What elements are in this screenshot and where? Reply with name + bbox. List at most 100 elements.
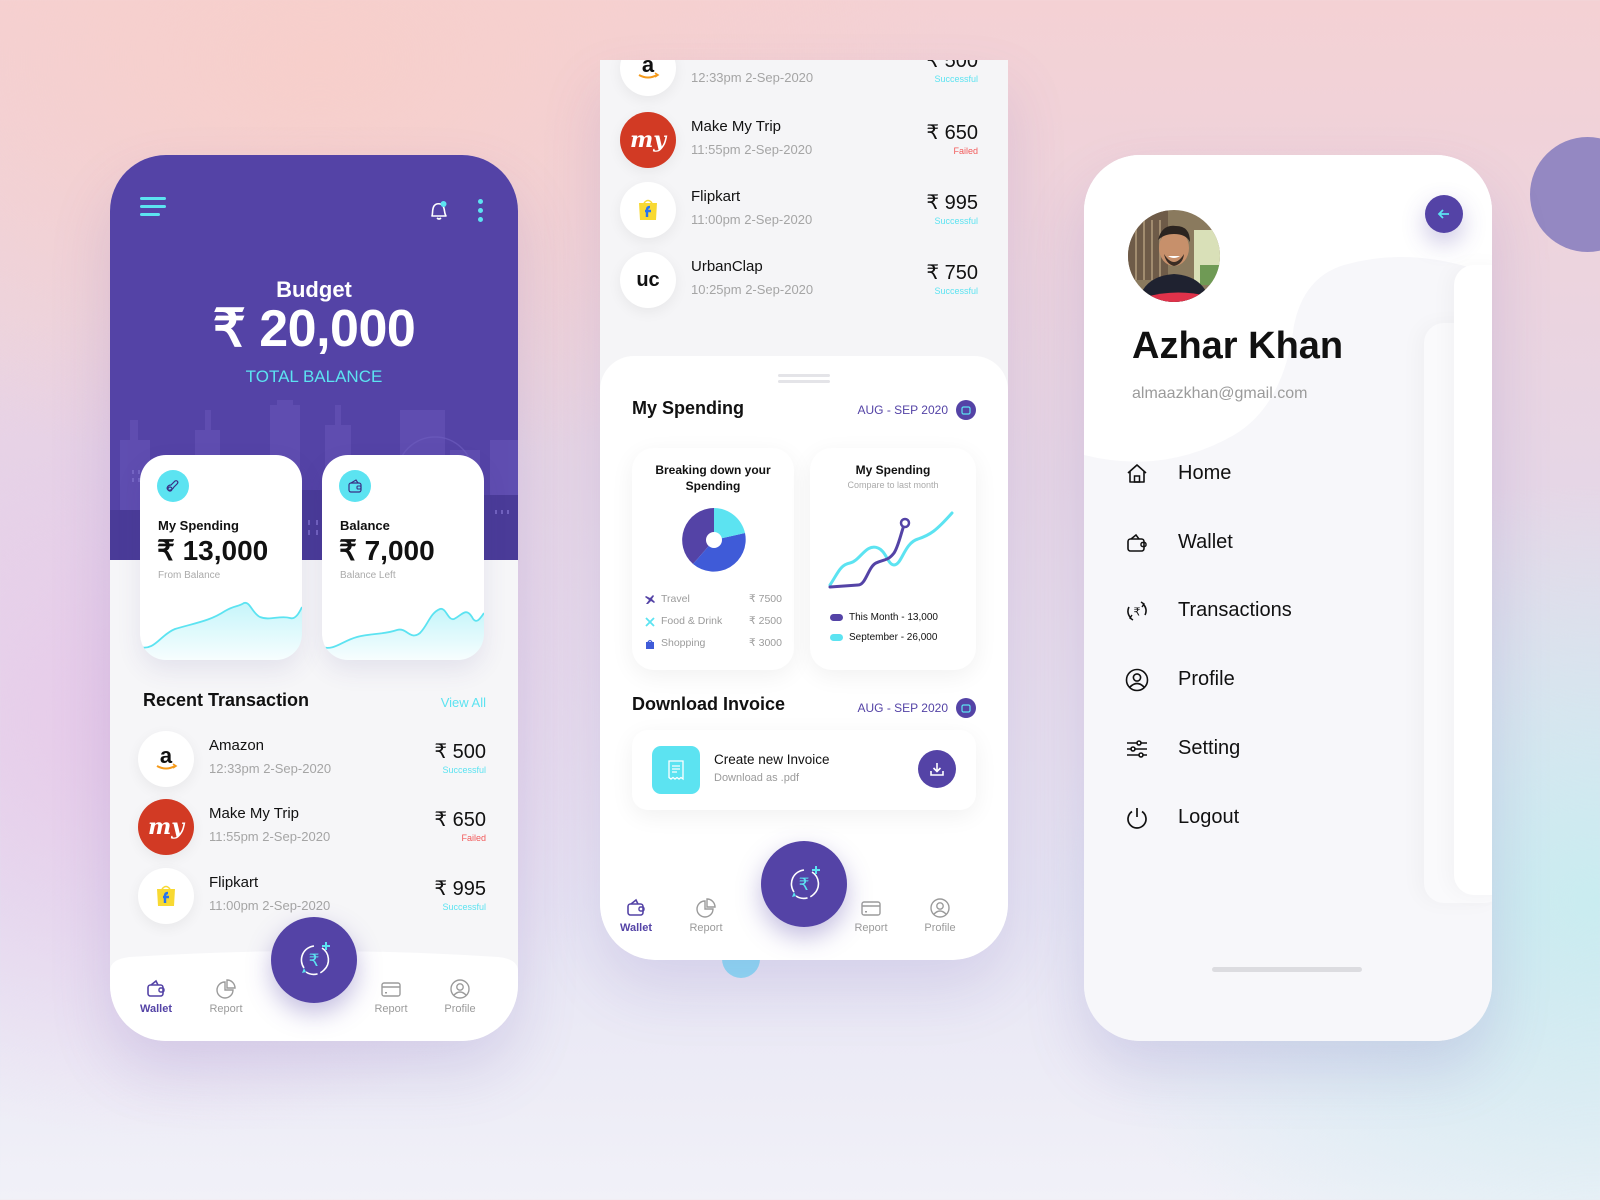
sheet-handle[interactable]: [778, 374, 830, 377]
spending-date-range[interactable]: AUG - SEP 2020: [858, 400, 976, 420]
transaction-amount: ₹ 750: [926, 262, 978, 284]
background-panel-front: [1454, 265, 1492, 895]
power-icon: [1127, 808, 1147, 829]
download-invoice-title: Download Invoice: [632, 694, 786, 714]
profile-menu-content: Azhar Khan almaazkhan@gmail.com Home Wal…: [1084, 155, 1492, 1041]
invoice-date-range[interactable]: AUG - SEP 2020: [858, 698, 976, 718]
tab-label: Profile: [924, 922, 956, 934]
transaction-status: Failed: [953, 146, 978, 156]
bell-icon[interactable]: [426, 197, 452, 223]
create-invoice-card[interactable]: Create new Invoice Download as .pdf: [632, 730, 976, 810]
total-balance-caption: TOTAL BALANCE: [245, 367, 383, 386]
hamburger-icon[interactable]: [140, 197, 166, 219]
transaction-time: 11:00pm 2-Sep-2020: [209, 898, 331, 913]
card-icon: [861, 901, 881, 916]
invoice-title: Create new Invoice: [714, 752, 830, 767]
legend-row-shopping: Shopping ₹ 3000: [644, 637, 782, 651]
tab-label: Report: [689, 922, 723, 934]
wallet-icon: [147, 979, 165, 997]
spending-breakdown-card[interactable]: Breaking down your Spending Travel ₹ 750…: [632, 448, 794, 670]
legend-row-travel: Travel ₹ 7500: [644, 593, 782, 607]
tab-report[interactable]: Report: [676, 897, 736, 934]
menu-label: Setting: [1178, 737, 1241, 759]
tab-report-card[interactable]: Report: [361, 978, 421, 1015]
balance-card[interactable]: Balance ₹ 7,000 Balance Left: [322, 455, 484, 660]
legend-value: ₹ 2500: [749, 615, 782, 627]
my-spending-card[interactable]: My Spending ₹ 13,000 From Balance: [140, 455, 302, 660]
series-september: [828, 511, 954, 587]
spending-compare-card[interactable]: My Spending Compare to last month This M…: [810, 448, 976, 670]
report-clip: a Amazon 12:33pm 2-Sep-2020 ₹ 500 Succes…: [600, 60, 1008, 960]
legend-label: Travel: [661, 593, 690, 605]
back-button[interactable]: [1425, 195, 1463, 233]
merchant-name: Flipkart: [691, 188, 741, 205]
spending-sparkline: [140, 601, 302, 660]
menu-item-home[interactable]: Home: [1124, 458, 1364, 490]
legend-september: September - 26,000: [830, 632, 937, 643]
calendar-icon: [956, 698, 976, 718]
transaction-amount: ₹ 650: [926, 122, 978, 144]
sliders-icon: [1127, 740, 1147, 758]
menu-item-setting[interactable]: Setting: [1124, 733, 1364, 765]
merchant-name: Amazon: [209, 737, 265, 754]
tab-label: Report: [374, 1003, 408, 1015]
menu-item-transactions[interactable]: ₹ Transactions: [1124, 595, 1364, 627]
tab-profile[interactable]: Profile: [430, 978, 490, 1015]
card-caption: Balance Left: [340, 570, 396, 581]
home-icon: [1127, 464, 1147, 483]
utensils-icon: [645, 617, 655, 627]
transaction-row[interactable]: uc UrbanClap 10:25pm 2-Sep-2020 ₹ 750 Su…: [600, 252, 1008, 312]
home-indicator[interactable]: [1212, 967, 1362, 972]
tab-wallet[interactable]: Wallet: [606, 897, 666, 934]
transaction-status: Failed: [461, 833, 486, 843]
legend-label: This Month - 13,000: [849, 612, 938, 623]
tab-profile[interactable]: Profile: [910, 897, 970, 934]
menu-item-profile[interactable]: Profile: [1124, 664, 1364, 696]
svg-text:a: a: [160, 744, 173, 768]
tab-wallet[interactable]: Wallet: [126, 978, 186, 1015]
transaction-row[interactable]: my Make My Trip 11:55pm 2-Sep-2020 ₹ 650…: [600, 112, 1008, 172]
transaction-status: Successful: [934, 216, 978, 226]
card-icon: [381, 982, 401, 997]
transaction-row[interactable]: a Amazon 12:33pm 2-Sep-2020 ₹ 500 Succes…: [110, 731, 518, 791]
compare-subtitle: Compare to last month: [847, 480, 939, 490]
merchant-name: Flipkart: [209, 874, 259, 891]
profile-menu-screen: Azhar Khan almaazkhan@gmail.com Home Wal…: [1084, 155, 1492, 1041]
avatar[interactable]: [1128, 210, 1220, 302]
transaction-row[interactable]: a Amazon 12:33pm 2-Sep-2020 ₹ 500 Succes…: [600, 60, 1008, 100]
transaction-row[interactable]: my Make My Trip 11:55pm 2-Sep-2020 ₹ 650…: [110, 799, 518, 859]
add-transaction-fab[interactable]: ₹: [271, 917, 357, 1003]
user-icon: [450, 979, 470, 999]
current-point-marker: [899, 517, 911, 529]
menu-label: Transactions: [1178, 599, 1292, 621]
menu-item-wallet[interactable]: Wallet: [1124, 527, 1364, 559]
flipkart-logo: [138, 868, 194, 924]
view-all-link[interactable]: View All: [441, 695, 486, 710]
menu-item-logout[interactable]: Logout: [1124, 802, 1364, 834]
download-button[interactable]: [918, 750, 956, 788]
spending-hand-icon: [157, 470, 189, 502]
transaction-amount: ₹ 500: [926, 60, 978, 72]
tab-label: Report: [854, 922, 888, 934]
transaction-amount: ₹ 500: [434, 741, 486, 763]
add-rupee-transaction-icon: ₹: [790, 866, 820, 900]
menu-label: Logout: [1178, 806, 1240, 828]
tab-label: Profile: [444, 1003, 476, 1015]
series-this-month: [828, 523, 906, 589]
more-options-icon[interactable]: [478, 199, 486, 225]
legend-label: Shopping: [661, 637, 706, 649]
tab-report-card[interactable]: Report: [841, 897, 901, 934]
transaction-row[interactable]: Flipkart 11:00pm 2-Sep-2020 ₹ 995 Succes…: [600, 182, 1008, 242]
transaction-status: Successful: [934, 74, 978, 84]
legend-swatch: [830, 634, 843, 641]
tab-report[interactable]: Report: [196, 978, 256, 1015]
shopping-bag-icon: [646, 639, 654, 649]
user-icon: [1125, 668, 1149, 692]
transaction-time: 10:25pm 2-Sep-2020: [691, 282, 814, 297]
pie-chart-icon: [696, 898, 716, 918]
add-transaction-fab[interactable]: ₹: [761, 841, 847, 927]
transaction-time: 11:55pm 2-Sep-2020: [209, 829, 331, 844]
tab-label: Report: [209, 1003, 243, 1015]
menu-label: Wallet: [1178, 531, 1233, 553]
legend-row-food: Food & Drink ₹ 2500: [644, 615, 782, 629]
